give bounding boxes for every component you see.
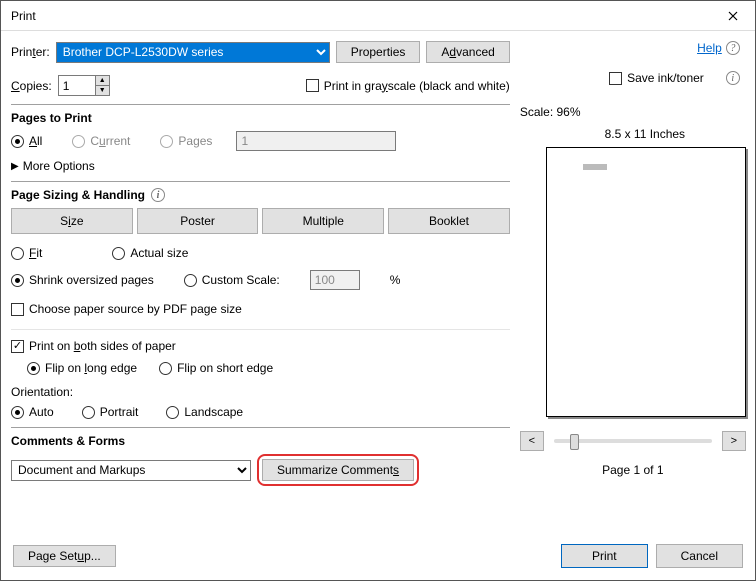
summarize-comments-button[interactable]: Summarize Comments bbox=[262, 459, 414, 481]
orient-auto-radio[interactable]: Auto bbox=[11, 405, 54, 419]
copies-input[interactable] bbox=[58, 75, 96, 96]
custom-scale-radio[interactable]: Custom Scale: bbox=[184, 273, 280, 287]
page-preview bbox=[546, 147, 746, 417]
printer-label: Printer: bbox=[11, 45, 50, 59]
save-ink-info-icon[interactable]: i bbox=[726, 71, 740, 85]
pages-range-input[interactable] bbox=[236, 131, 396, 151]
fit-radio[interactable]: Fit bbox=[11, 246, 42, 260]
preview-next-button[interactable]: > bbox=[722, 431, 746, 451]
choose-source-checkbox[interactable]: Choose paper source by PDF page size bbox=[11, 302, 242, 316]
pages-range-radio[interactable]: Pages bbox=[160, 134, 212, 148]
print-button[interactable]: Print bbox=[561, 544, 648, 568]
save-ink-checkbox[interactable]: Save ink/toner bbox=[609, 71, 704, 85]
orientation-label: Orientation: bbox=[11, 385, 510, 399]
page-setup-button[interactable]: Page Setup... bbox=[13, 545, 116, 567]
multiple-button[interactable]: Multiple bbox=[262, 208, 384, 234]
pages-current-radio[interactable]: Current bbox=[72, 134, 130, 148]
copies-spinner[interactable]: ▲ ▼ bbox=[58, 75, 110, 96]
info-icon[interactable]: i bbox=[151, 188, 165, 202]
actual-size-radio[interactable]: Actual size bbox=[112, 246, 188, 260]
grayscale-checkbox[interactable]: Print in grayscale (black and white) bbox=[306, 79, 510, 93]
flip-short-radio[interactable]: Flip on short edge bbox=[159, 361, 273, 375]
help-link[interactable]: Help bbox=[697, 41, 722, 55]
copies-down[interactable]: ▼ bbox=[95, 85, 110, 96]
comments-forms-select[interactable]: Document and Markups bbox=[11, 460, 251, 481]
flip-long-radio[interactable]: Flip on long edge bbox=[27, 361, 137, 375]
close-button[interactable] bbox=[710, 1, 755, 31]
cancel-button[interactable]: Cancel bbox=[656, 544, 743, 568]
properties-button[interactable]: Properties bbox=[336, 41, 421, 63]
more-options-toggle[interactable]: ▶More Options bbox=[11, 159, 510, 173]
scale-display: Scale: 96% bbox=[520, 105, 746, 119]
sizing-title: Page Sizing & Handling bbox=[11, 188, 145, 202]
slider-thumb[interactable] bbox=[570, 434, 579, 450]
pages-to-print-title: Pages to Print bbox=[11, 111, 510, 125]
preview-prev-button[interactable]: < bbox=[520, 431, 544, 451]
shrink-radio[interactable]: Shrink oversized pages bbox=[11, 273, 154, 287]
orient-portrait-radio[interactable]: Portrait bbox=[82, 405, 139, 419]
comments-forms-title: Comments & Forms bbox=[11, 434, 510, 448]
paper-size-label: 8.5 x 11 Inches bbox=[544, 127, 746, 141]
pages-all-radio[interactable]: All bbox=[11, 134, 42, 148]
advanced-button[interactable]: Advanced bbox=[426, 41, 509, 63]
page-counter: Page 1 of 1 bbox=[520, 463, 746, 477]
duplex-checkbox[interactable]: Print on both sides of paper bbox=[11, 339, 176, 353]
size-button[interactable]: Size bbox=[11, 208, 133, 234]
copies-label: Copies: bbox=[11, 79, 52, 93]
custom-scale-input[interactable] bbox=[310, 270, 360, 290]
percent-label: % bbox=[390, 273, 401, 287]
help-info-icon[interactable]: ? bbox=[726, 41, 740, 55]
orient-landscape-radio[interactable]: Landscape bbox=[166, 405, 243, 419]
window-title: Print bbox=[11, 9, 36, 23]
preview-content-bar bbox=[583, 164, 607, 170]
booklet-button[interactable]: Booklet bbox=[388, 208, 510, 234]
grayscale-label: Print in grayscale (black and white) bbox=[324, 79, 510, 93]
poster-button[interactable]: Poster bbox=[137, 208, 259, 234]
printer-select[interactable]: Brother DCP-L2530DW series bbox=[56, 42, 330, 63]
preview-slider[interactable] bbox=[554, 439, 712, 443]
